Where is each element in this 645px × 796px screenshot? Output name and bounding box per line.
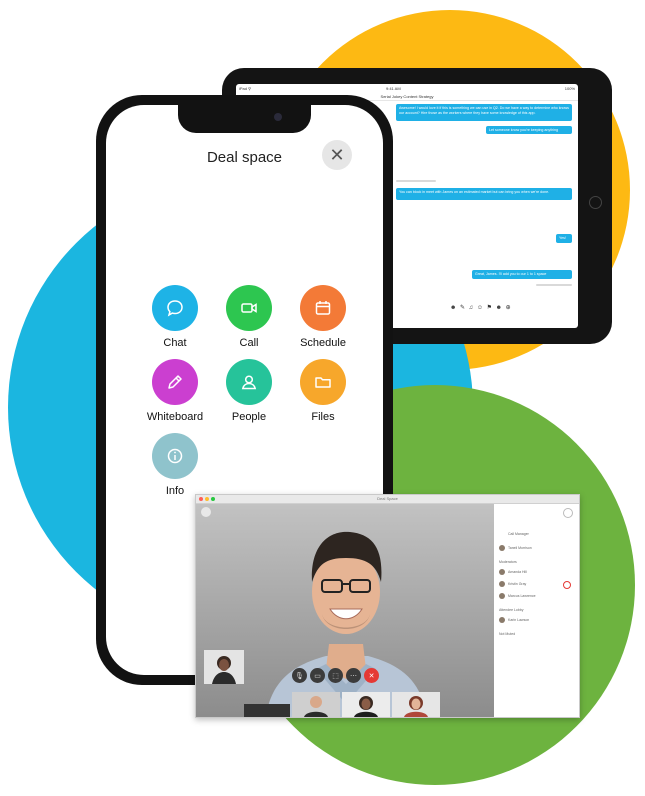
hang-up-icon: ✕: [368, 672, 375, 680]
panel-item[interactable]: Amanda Hill: [508, 570, 527, 574]
video-camera-icon: ▭: [314, 672, 321, 680]
panel-section-header: Attendee Lobby: [499, 608, 524, 612]
chat-bubble-icon: [152, 285, 198, 331]
avatar: [499, 545, 505, 551]
info-icon: [152, 433, 198, 479]
more-icon: ⋯: [350, 672, 357, 680]
tablet-status-carrier: iPad ⚲: [239, 86, 252, 91]
panel-close-icon[interactable]: [563, 508, 573, 518]
end-call-button[interactable]: ✕: [364, 668, 379, 683]
share-screen-button[interactable]: ⬚: [328, 668, 343, 683]
panel-item[interactable]: Taneil Morrison: [508, 546, 532, 550]
phone-notch: [178, 105, 311, 133]
tablet-message-bubble: Yes!: [556, 234, 572, 243]
desktop-call-window: Deal Space 🎙 ▭ ⬚ ⋯ ✕ Call Manager Taneil…: [195, 494, 580, 718]
panel-item[interactable]: Marcus Lawrence: [508, 594, 536, 598]
close-icon: ✕: [329, 144, 345, 165]
participant-thumbnail[interactable]: [292, 692, 340, 717]
camera-icon: [274, 113, 282, 121]
window-titlebar: Deal Space: [196, 495, 579, 504]
status-indicator: [563, 581, 571, 589]
app-label: Schedule: [300, 337, 346, 349]
panel-item[interactable]: Kristin Gray: [508, 582, 526, 586]
tablet-separator: [396, 180, 436, 182]
person-icon: [226, 359, 272, 405]
tablet-emoji-row[interactable]: ☻ ✎ ♫ ☺ ⚑ ☻ ⊕: [450, 304, 512, 311]
app-label: Files: [311, 411, 335, 423]
tablet-message-bubble: Awesome! I would love it if this is some…: [396, 104, 572, 121]
app-files-button[interactable]: Files: [278, 359, 368, 423]
mute-button[interactable]: 🎙: [292, 668, 307, 683]
calendar-icon: [300, 285, 346, 331]
share-screen-icon: ⬚: [332, 672, 339, 680]
avatar: [499, 581, 505, 587]
panel-item[interactable]: Karin Lawson: [508, 618, 529, 622]
avatar: [499, 569, 505, 575]
panel-item[interactable]: Call Manager: [508, 532, 529, 536]
panel-section-header: Not Muted: [499, 632, 516, 636]
participant-thumbnail[interactable]: [342, 692, 390, 717]
avatar: [499, 593, 505, 599]
avatar: [201, 507, 211, 517]
folder-icon: [300, 359, 346, 405]
tablet-status-time: 9:41 AM: [386, 86, 401, 91]
window-title: Deal Space: [377, 496, 398, 501]
tablet-home-button[interactable]: [589, 196, 602, 209]
tablet-message-bubble: You can block in meet with James on an e…: [396, 188, 572, 200]
video-camera-icon: [226, 285, 272, 331]
self-view-thumbnail[interactable]: [204, 650, 244, 684]
app-schedule-button[interactable]: Schedule: [278, 285, 368, 349]
participant-thumbnail[interactable]: [392, 692, 440, 717]
pencil-icon: [152, 359, 198, 405]
tablet-message-bubble: Great, James. I'll add you to our 1 to 1…: [472, 270, 572, 279]
more-options-button[interactable]: ⋯: [346, 668, 361, 683]
participants-panel: Call Manager Taneil Morrison Moderators …: [494, 504, 579, 717]
video-toggle-button[interactable]: ▭: [310, 668, 325, 683]
close-button[interactable]: ✕: [322, 140, 352, 170]
app-info-button[interactable]: Info: [130, 433, 220, 497]
main-video-feed: 🎙 ▭ ⬚ ⋯ ✕: [196, 504, 494, 717]
tablet-status-battery: 100%: [564, 86, 575, 91]
panel-section-header: Moderators: [499, 560, 517, 564]
participant-thumbnail[interactable]: [244, 704, 290, 717]
microphone-icon: 🎙: [295, 672, 304, 680]
tablet-message-bubble: Let someone know you're keeping anything: [486, 126, 572, 134]
speaker-video-image: [266, 531, 426, 717]
tablet-timestamp-line: [536, 284, 572, 286]
avatar: [499, 617, 505, 623]
